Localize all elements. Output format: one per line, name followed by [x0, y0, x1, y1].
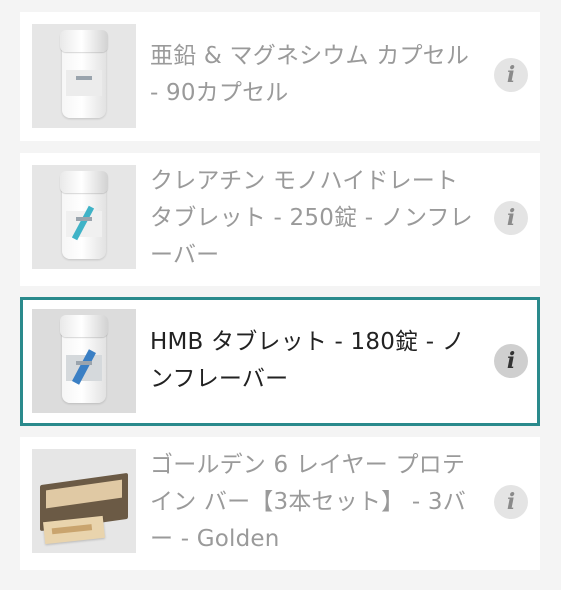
product-image [32, 165, 136, 269]
product-image [32, 309, 136, 413]
tablet-bottle-icon [60, 315, 108, 403]
product-title: ゴールデン 6 レイヤー プロテイン バー【3本セット】 - 3バー - Gol… [150, 452, 466, 552]
info-icon[interactable]: i [494, 344, 528, 378]
product-image [32, 24, 136, 128]
product-title: 亜鉛 & マグネシウム カプセル - 90カプセル [150, 43, 470, 106]
product-card-selected[interactable]: HMB タブレット - 180錠 - ノンフレーバー i [20, 297, 540, 426]
product-card[interactable]: ゴールデン 6 レイヤー プロテイン バー【3本セット】 - 3バー - Gol… [20, 437, 540, 570]
product-card[interactable]: クレアチン モノハイドレート タブレット - 250錠 - ノンフレーバー i [20, 153, 540, 286]
product-card[interactable]: 亜鉛 & マグネシウム カプセル - 90カプセル i [20, 12, 540, 141]
product-title: HMB タブレット - 180錠 - ノンフレーバー [150, 329, 465, 392]
info-icon[interactable]: i [494, 485, 528, 519]
product-image [32, 449, 136, 553]
product-title: クレアチン モノハイドレート タブレット - 250錠 - ノンフレーバー [150, 168, 473, 268]
capsule-bottle-icon [60, 30, 108, 118]
info-icon[interactable]: i [494, 58, 528, 92]
product-list: 亜鉛 & マグネシウム カプセル - 90カプセル i クレアチン モノハイドレ… [0, 0, 561, 590]
tablet-bottle-icon [60, 171, 108, 259]
info-icon[interactable]: i [494, 201, 528, 235]
